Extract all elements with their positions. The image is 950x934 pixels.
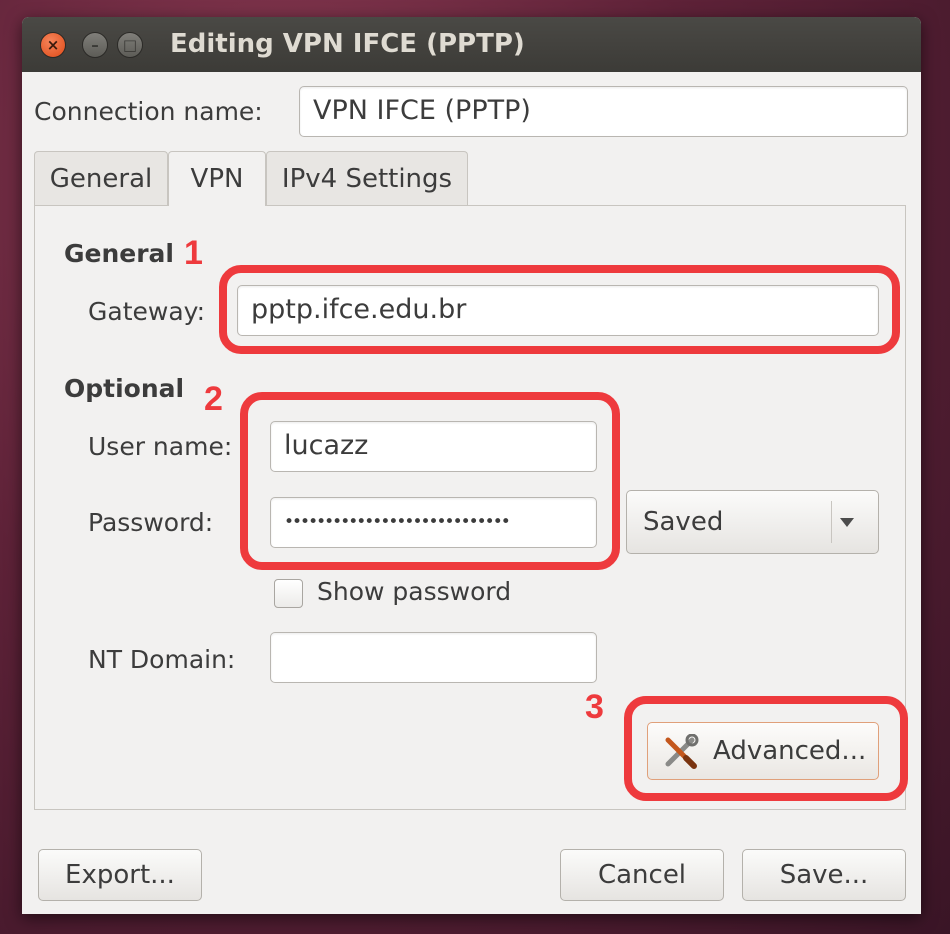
annotation-number-2: 2 (204, 380, 223, 418)
select-divider (831, 501, 832, 543)
maximize-icon[interactable]: □ (117, 32, 143, 58)
nt-domain-input[interactable] (270, 632, 597, 683)
title-bar[interactable]: × – □ Editing VPN IFCE (PPTP) (22, 17, 921, 72)
tab-general[interactable]: General (34, 151, 168, 205)
password-storage-select[interactable]: Saved (626, 490, 879, 554)
close-icon[interactable]: × (40, 32, 66, 58)
highlight-box-advanced (624, 696, 908, 801)
window-title: Editing VPN IFCE (PPTP) (170, 29, 525, 59)
tab-ipv4-settings[interactable]: IPv4 Settings (266, 151, 468, 205)
connection-name-label: Connection name: (34, 97, 263, 126)
username-label: User name: (88, 432, 233, 461)
tab-vpn[interactable]: VPN (168, 151, 266, 206)
nt-domain-label: NT Domain: (88, 645, 236, 674)
dropdown-arrow-icon (840, 518, 854, 527)
show-password-checkbox[interactable] (274, 579, 303, 608)
annotation-number-1: 1 (184, 234, 203, 272)
cancel-button[interactable]: Cancel (560, 849, 724, 901)
export-button[interactable]: Export... (38, 849, 202, 901)
annotation-number-3: 3 (585, 688, 604, 726)
gateway-label: Gateway: (88, 297, 206, 326)
minimize-icon[interactable]: – (82, 32, 108, 58)
general-section-heading: General (64, 239, 174, 268)
save-button[interactable]: Save... (742, 849, 906, 901)
optional-section-heading: Optional (64, 374, 185, 403)
password-label: Password: (88, 508, 214, 537)
show-password-label[interactable]: Show password (317, 577, 511, 606)
highlight-box-gateway (219, 265, 900, 354)
highlight-box-credentials (240, 392, 620, 570)
password-storage-value: Saved (643, 507, 724, 537)
connection-name-input[interactable]: VPN IFCE (PPTP) (299, 86, 908, 137)
